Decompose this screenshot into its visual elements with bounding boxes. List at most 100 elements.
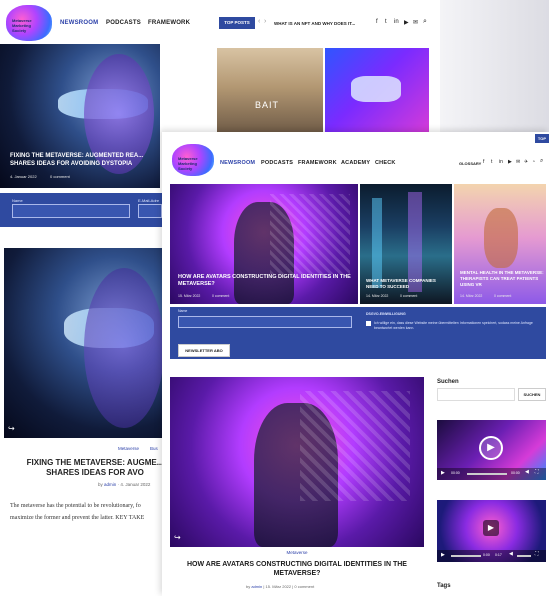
back-facebook-icon[interactable]: f	[376, 19, 378, 25]
video-2-volume-icon[interactable]: ◀	[509, 551, 513, 557]
front-glossary[interactable]: GLOSSARY	[459, 161, 481, 166]
sidebar-tags-label: Tags	[437, 583, 451, 589]
back-nav-podcasts[interactable]: PODCASTS	[106, 20, 141, 26]
front-form-name-label: Name	[178, 309, 188, 313]
back-lobby-sign: BAIT	[255, 100, 280, 110]
back-post-date: 4. Januar 2022	[120, 482, 151, 487]
front-consent-title: DSGVO-EINWILLIGUNG	[366, 312, 406, 316]
front-grid-comments-1: 0 comment	[212, 294, 230, 298]
front-main-date: 15. März 2022	[265, 584, 292, 589]
front-header: Metaverse Marketing Society NEWSROOM POD…	[162, 132, 549, 182]
back-post-hair	[84, 268, 162, 428]
back-linkedin-icon[interactable]: in	[394, 19, 399, 25]
back-post-author[interactable]: admin	[104, 482, 116, 487]
front-grid-title-3[interactable]: MENTAL HEALTH IN THE METAVERSE: THERAPIS…	[460, 270, 546, 288]
video-1-fullscreen-icon[interactable]: ⛶	[535, 469, 539, 475]
front-main-share-icon[interactable]: ↪	[174, 533, 181, 542]
back-hero-title[interactable]: FIXING THE METAVERSE: AUGMENTED REA... S…	[10, 152, 160, 168]
front-grid-date-1: 15. März 2022	[178, 294, 201, 298]
front-page: Metaverse Marketing Society NEWSROOM POD…	[162, 132, 549, 596]
video-1-play-icon[interactable]: ▶	[479, 436, 503, 460]
back-twitter-icon[interactable]: t	[385, 19, 387, 25]
front-mail-icon[interactable]: ✉	[516, 159, 520, 165]
front-grid-comments-2: 0 comment	[400, 294, 418, 298]
back-post-title[interactable]: FIXING THE METAVERSE: AUGME... SHARES ID…	[26, 458, 164, 478]
front-grid-2-tower-1	[372, 198, 382, 288]
front-main-title[interactable]: HOW ARE AVATARS CONSTRUCTING DIGITAL IDE…	[174, 560, 420, 578]
back-nav-newsroom[interactable]: NEWSROOM	[60, 20, 98, 26]
front-rss-icon[interactable]: ◔	[532, 159, 535, 165]
video-1-volume-icon[interactable]: ◀	[525, 469, 529, 475]
sidebar-video-1[interactable]: ▶ ▶ 00:00 00:00 ◀ ⛶	[437, 420, 546, 480]
video-2-play-icon[interactable]: ▶	[483, 520, 499, 536]
video-2-scrubber[interactable]	[451, 555, 481, 557]
sidebar-video-2[interactable]: ▶ ▶ 0:00 0:17 ◀ ⛶	[437, 500, 546, 562]
front-facebook-icon[interactable]: f	[483, 159, 484, 165]
front-main-author[interactable]: admin	[251, 584, 262, 589]
sidebar-search-label: Suchen	[437, 379, 459, 385]
front-twitter-icon[interactable]: t	[491, 159, 492, 165]
video-2-volume-slider[interactable]	[517, 555, 531, 557]
back-youtube-icon[interactable]: ▶	[404, 19, 409, 26]
front-main-meta: by admin | 15. März 2022 | 0 comment	[246, 584, 376, 589]
front-linkedin-icon[interactable]: in	[499, 159, 503, 165]
front-nav-newsroom[interactable]: NEWSROOM	[220, 160, 255, 166]
back-form-email-label: E-Mail-Adre	[138, 198, 160, 203]
front-search-icon[interactable]: ⌕	[540, 158, 543, 165]
video-1-scrubber[interactable]	[467, 473, 507, 475]
front-main-category[interactable]: Metaverse	[274, 550, 320, 555]
back-post-image[interactable]: ↪	[4, 248, 162, 438]
back-header: Metaverse Marketing Society NEWSROOM POD…	[0, 0, 440, 44]
front-main-comments: 0 comment	[294, 584, 315, 589]
sidebar-search-button[interactable]: SUCHEN	[518, 388, 546, 401]
back-post-share-icon[interactable]: ↪	[8, 424, 15, 433]
back-ticker-text[interactable]: WHAT IS AN NFT AND WHY DOES IT...	[274, 21, 355, 26]
front-main-image[interactable]: ↪	[170, 377, 424, 547]
back-lobby-image[interactable]: BAIT	[217, 48, 323, 134]
back-top-posts[interactable]: TOP POSTS	[219, 17, 255, 29]
back-post-excerpt-2: maximize the former and prevent the latt…	[10, 515, 145, 521]
front-logo-text: Metaverse Marketing Society	[178, 156, 198, 171]
back-form-name-label: Name	[12, 198, 23, 203]
back-form-email-input[interactable]	[138, 204, 162, 218]
front-grid-title-2[interactable]: WHAT METAVERSE COMPANIES NEED TO SUCCEED	[366, 278, 448, 290]
front-main-by: by	[246, 584, 251, 589]
back-post-category-1[interactable]: Metaverse	[118, 446, 139, 451]
back-post-category-2[interactable]: Bus	[150, 446, 158, 451]
front-main-pixels	[300, 391, 410, 501]
right-edge-shadow	[440, 0, 549, 132]
back-nav-framework[interactable]: FRAMEWORK	[148, 20, 190, 26]
front-nav-framework[interactable]: FRAMEWORK	[298, 160, 337, 166]
front-form-name-input[interactable]	[178, 316, 352, 328]
back-post-meta: by admin · 4. Januar 2022	[98, 482, 150, 487]
front-nav-academy[interactable]: ACADEMY	[341, 160, 370, 166]
video-1-time: 00:00	[451, 471, 460, 475]
video-1-play-small-icon[interactable]: ▶	[441, 470, 445, 476]
front-grid-comments-3: 0 comment	[494, 294, 512, 298]
front-top-badge[interactable]: TOP	[535, 134, 549, 143]
front-newsletter-button[interactable]: NEWSLETTER ABO	[178, 344, 230, 357]
video-2-play-small-icon[interactable]: ▶	[441, 552, 445, 558]
front-nav-check[interactable]: CHECK	[375, 160, 396, 166]
back-ticker-next-icon[interactable]: ›	[264, 18, 266, 25]
back-ticker-prev-icon[interactable]: ‹	[258, 18, 260, 25]
sidebar-search-input[interactable]	[437, 388, 515, 401]
front-nav-podcasts[interactable]: PODCASTS	[261, 160, 293, 166]
front-grid-1-pixels	[270, 194, 350, 274]
front-grid-2-tower-2	[408, 192, 422, 292]
video-1-duration: 00:00	[511, 471, 520, 475]
front-grid-title-1[interactable]: HOW ARE AVATARS CONSTRUCTING DIGITAL IDE…	[178, 274, 356, 288]
back-mail-icon[interactable]: ✉	[413, 19, 418, 26]
back-form-name-input[interactable]	[12, 204, 130, 218]
front-consent-checkbox[interactable]	[366, 321, 371, 326]
back-post-by: by	[98, 482, 103, 487]
back-vr-image[interactable]	[325, 48, 429, 134]
front-grid-date-3: 14. März 2022	[460, 294, 483, 298]
back-search-icon[interactable]: ⌕	[423, 18, 427, 26]
front-grid-3-figure	[484, 208, 518, 268]
video-2-duration: 0:17	[495, 553, 502, 557]
back-logo-text: Metaverse Marketing Society	[12, 18, 32, 33]
front-telegram-icon[interactable]: ✈	[524, 159, 528, 165]
video-2-fullscreen-icon[interactable]: ⛶	[535, 551, 539, 557]
front-youtube-icon[interactable]: ▶	[508, 159, 512, 165]
